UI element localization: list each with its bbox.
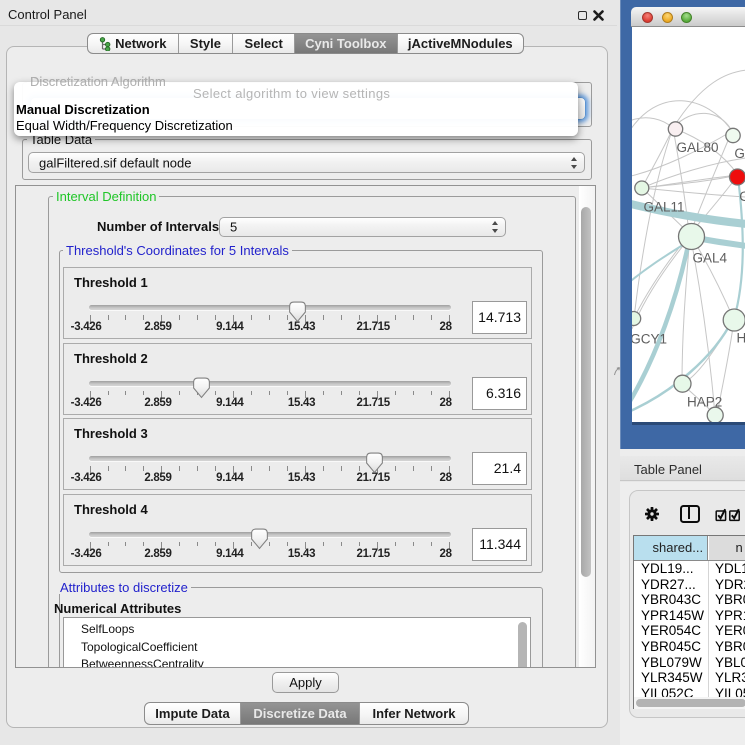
svg-text:HAP2: HAP2 xyxy=(687,395,722,410)
svg-text:GA: GA xyxy=(734,146,745,161)
svg-text:GAL4: GAL4 xyxy=(692,251,727,266)
svg-text:C: C xyxy=(739,189,745,204)
svg-text:GAL11: GAL11 xyxy=(643,200,684,215)
svg-text:GCY1: GCY1 xyxy=(632,332,667,347)
svg-text:H: H xyxy=(736,331,745,346)
svg-text:GAL80: GAL80 xyxy=(676,140,718,155)
